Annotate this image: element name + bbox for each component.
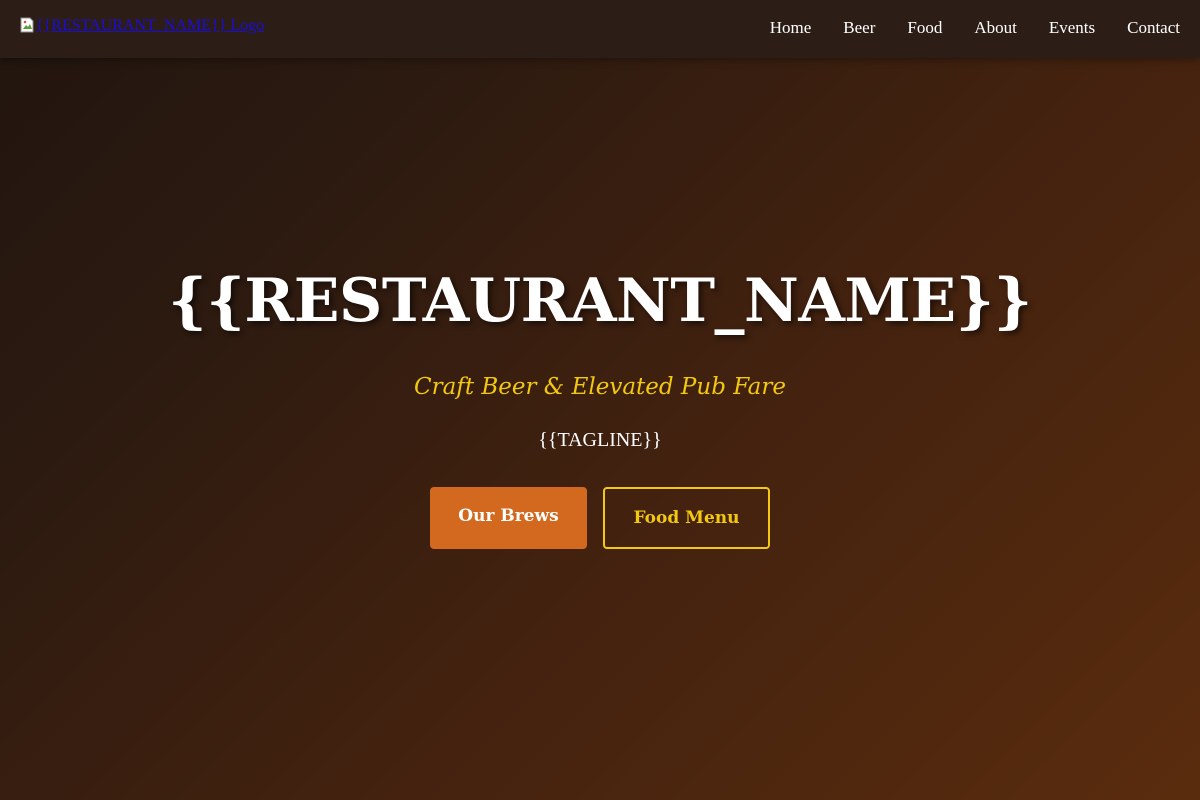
nav-link-contact[interactable]: Contact: [1127, 18, 1180, 38]
hero-tagline: {{TAGLINE}}: [538, 429, 662, 451]
nav-links: Home Beer Food About Events Contact: [770, 18, 1180, 38]
nav-link-beer[interactable]: Beer: [843, 18, 875, 38]
nav-link-home[interactable]: Home: [770, 18, 812, 38]
hero-subtitle: Craft Beer & Elevated Pub Fare: [414, 374, 786, 400]
hero-title: {{RESTAURANT_NAME}}: [168, 266, 1032, 336]
nav-link-food[interactable]: Food: [907, 18, 942, 38]
broken-image-icon: [20, 17, 34, 33]
nav-link-events[interactable]: Events: [1049, 18, 1095, 38]
top-navbar: {{RESTAURANT_NAME}} Logo Home Beer Food …: [0, 0, 1200, 58]
food-menu-button[interactable]: Food Menu: [603, 487, 770, 549]
nav-link-about[interactable]: About: [974, 18, 1017, 38]
hero-section: {{RESTAURANT_NAME}} Craft Beer & Elevate…: [0, 58, 1200, 800]
our-brews-button[interactable]: Our Brews: [430, 487, 587, 549]
logo-alt-text: {{RESTAURANT_NAME}} Logo: [36, 17, 265, 34]
logo-link[interactable]: {{RESTAURANT_NAME}} Logo: [20, 17, 264, 35]
